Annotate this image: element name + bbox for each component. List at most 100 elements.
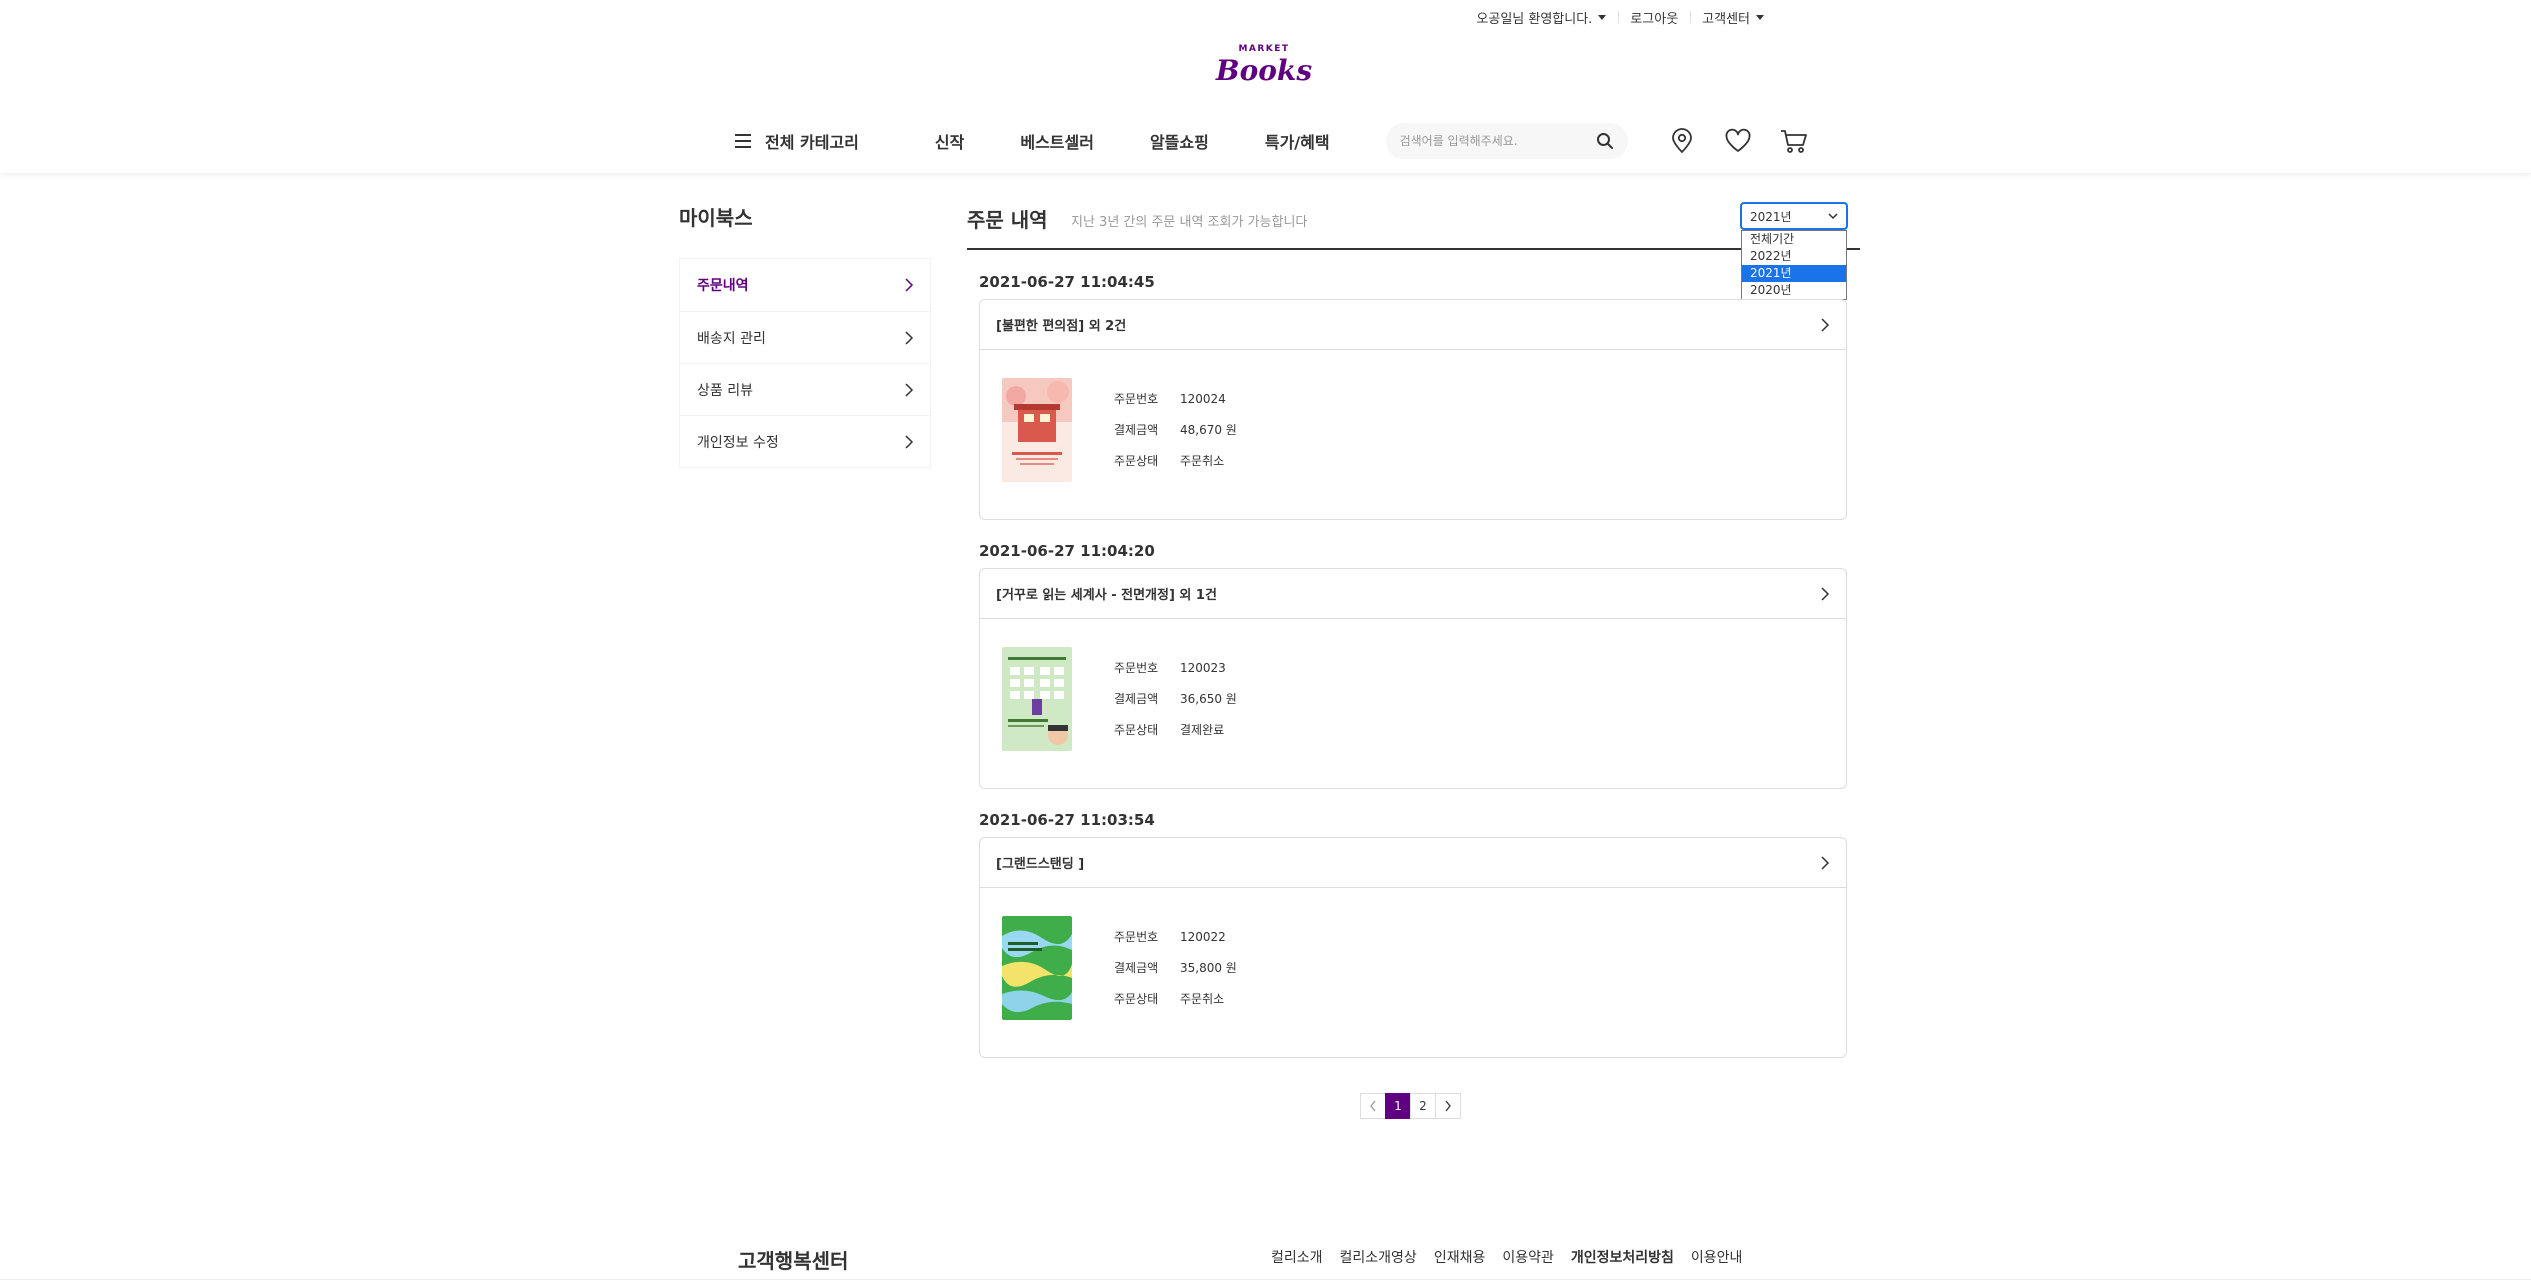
prev-page-button[interactable]	[1360, 1093, 1386, 1119]
order-card-body: 주문번호 120024 결제금액 48,670 원 주문상태 주문취소	[980, 350, 1846, 485]
order-number: 120022	[1180, 930, 1226, 944]
next-page-button[interactable]	[1435, 1093, 1461, 1119]
order-status-row: 주문상태 주문취소	[1114, 992, 1237, 1023]
user-greeting-menu[interactable]: 오공일님 환영합니다.	[1464, 8, 1618, 27]
chevron-right-icon	[905, 278, 914, 292]
logout-link[interactable]: 로그아웃	[1618, 8, 1690, 27]
customer-center-menu[interactable]: 고객센터	[1690, 8, 1776, 27]
footer-link-about[interactable]: 컬리소개	[1271, 1247, 1323, 1267]
sidebar-item-orders[interactable]: 주문내역	[680, 259, 930, 311]
order-date: 2021-06-27 11:04:45	[979, 273, 1155, 291]
payment-amount-row: 결제금액 48,670 원	[1114, 423, 1237, 454]
footer-link-about-video[interactable]: 컬리소개영상	[1340, 1247, 1417, 1267]
user-greeting: 오공일님 환영합니다.	[1476, 12, 1593, 27]
book-cover-image[interactable]	[1002, 647, 1072, 751]
order-detail-link[interactable]: [불편한 편의점] 외 2건	[980, 300, 1846, 350]
payment-amount: 35,800 원	[1180, 961, 1237, 975]
footer-link-careers[interactable]: 인재채용	[1434, 1247, 1486, 1267]
cart-button[interactable]	[1776, 123, 1812, 159]
order-card: [불편한 편의점] 외 2건 주문번호 120024 결제금액 48,670 원…	[979, 299, 1847, 520]
payment-amount: 48,670 원	[1180, 423, 1237, 437]
chevron-right-icon	[1445, 1100, 1451, 1112]
sidebar-item-label: 배송지 관리	[697, 330, 766, 347]
cart-icon	[1780, 130, 1807, 153]
heart-icon	[1725, 128, 1751, 152]
main-navigation-inner: 전체 카테고리 신작 베스트셀러 알뜰쇼핑 특가/혜택	[735, 120, 1832, 162]
sidebar-title: 마이북스	[679, 206, 753, 230]
hamburger-menu-icon	[735, 134, 751, 148]
field-label: 주문번호	[1114, 930, 1159, 944]
location-button[interactable]	[1664, 123, 1700, 159]
field-label: 주문번호	[1114, 661, 1159, 675]
order-card: [거꾸로 읽는 세계사 - 전면개정] 외 1건 주문번호 120023 결제금…	[979, 568, 1847, 789]
sidebar-item-label: 개인정보 수정	[697, 434, 779, 451]
nav-item-new[interactable]: 신작	[935, 129, 964, 153]
logout-label: 로그아웃	[1630, 12, 1679, 27]
chevron-right-icon	[905, 330, 914, 345]
order-detail-link[interactable]: [그랜드스탠딩 ]	[980, 838, 1846, 888]
search-input[interactable]	[1399, 134, 1596, 148]
book-cover-image[interactable]	[1002, 916, 1072, 1020]
order-group: 2021-06-27 11:04:45 [불편한 편의점] 외 2건 주문번호 …	[979, 273, 1847, 520]
footer-link-terms[interactable]: 이용약관	[1502, 1247, 1554, 1267]
period-select[interactable]: 2021년	[1740, 202, 1848, 230]
sidebar-item-reviews[interactable]: 상품 리뷰	[680, 363, 930, 415]
footer-links: 컬리소개 컬리소개영상 인재채용 이용약관 개인정보처리방침 이용안내	[1271, 1247, 1759, 1267]
sidebar-item-profile[interactable]: 개인정보 수정	[680, 415, 930, 467]
sidebar-item-addresses[interactable]: 배송지 관리	[680, 311, 930, 363]
page-title: 주문 내역	[967, 208, 1048, 232]
wishlist-button[interactable]	[1720, 123, 1756, 159]
footer-link-privacy[interactable]: 개인정보처리방침	[1571, 1247, 1674, 1267]
page-button-1[interactable]: 1	[1385, 1093, 1411, 1119]
order-title: [불편한 편의점] 외 2건	[996, 319, 1127, 334]
chevron-right-icon	[905, 382, 914, 397]
order-number-row: 주문번호 120023	[1114, 661, 1237, 692]
order-card-body: 주문번호 120022 결제금액 35,800 원 주문상태 주문취소	[980, 888, 1846, 1023]
order-status-row: 주문상태 결제완료	[1114, 723, 1237, 754]
order-status-row: 주문상태 주문취소	[1114, 454, 1237, 485]
all-category-label: 전체 카테고리	[765, 133, 859, 152]
order-title: [그랜드스탠딩 ]	[996, 857, 1085, 872]
order-date: 2021-06-27 11:04:20	[979, 542, 1155, 560]
payment-amount-row: 결제금액 36,650 원	[1114, 692, 1237, 723]
chevron-down-icon	[1828, 213, 1838, 220]
order-card-body: 주문번호 120023 결제금액 36,650 원 주문상태 결제완료	[980, 619, 1846, 754]
content-header: 주문 내역 지난 3년 간의 주문 내역 조회가 가능합니다	[967, 200, 1860, 250]
field-label: 주문번호	[1114, 392, 1159, 406]
nav-item-bestseller[interactable]: 베스트셀러	[1020, 129, 1094, 153]
order-group: 2021-06-27 11:04:20 [거꾸로 읽는 세계사 - 전면개정] …	[979, 542, 1847, 789]
footer-link-guide[interactable]: 이용안내	[1691, 1247, 1743, 1267]
order-info: 주문번호 120022 결제금액 35,800 원 주문상태 주문취소	[1114, 930, 1237, 1023]
nav-item-special[interactable]: 특가/혜택	[1265, 129, 1330, 153]
sidebar-menu: 주문내역 배송지 관리 상품 리뷰 개인정보 수정	[679, 258, 931, 468]
order-info: 주문번호 120024 결제금액 48,670 원 주문상태 주문취소	[1114, 392, 1237, 485]
order-number: 120023	[1180, 661, 1226, 675]
book-cover-image[interactable]	[1002, 378, 1072, 482]
market-books-logo[interactable]: MARKET Books	[1214, 38, 1314, 88]
search-icon[interactable]	[1596, 132, 1614, 150]
order-card: [그랜드스탠딩 ] 주문번호 120022 결제금액 35,800 원 주문상태…	[979, 837, 1847, 1058]
field-label: 주문상태	[1114, 992, 1159, 1006]
order-status: 주문취소	[1180, 454, 1225, 468]
nav-item-bargain[interactable]: 알뜰쇼핑	[1150, 129, 1209, 153]
order-number-row: 주문번호 120022	[1114, 930, 1237, 961]
field-label: 결제금액	[1114, 423, 1159, 437]
order-status: 주문취소	[1180, 992, 1225, 1006]
chevron-right-icon	[1821, 317, 1830, 332]
payment-amount: 36,650 원	[1180, 692, 1237, 706]
page-subtitle: 지난 3년 간의 주문 내역 조회가 가능합니다	[1071, 215, 1308, 230]
page-button-2[interactable]: 2	[1410, 1093, 1436, 1119]
all-category-button[interactable]: 전체 카테고리	[735, 129, 859, 153]
chevron-right-icon	[1821, 855, 1830, 870]
period-selected-value: 2021년	[1750, 209, 1792, 224]
period-option-2022[interactable]: 2022년	[1742, 248, 1846, 265]
pagination: 1 2	[1360, 1093, 1461, 1119]
order-detail-link[interactable]: [거꾸로 읽는 세계사 - 전면개정] 외 1건	[980, 569, 1846, 619]
chevron-left-icon	[1370, 1100, 1376, 1112]
sidebar-item-label: 상품 리뷰	[697, 382, 753, 399]
field-label: 결제금액	[1114, 692, 1159, 706]
order-number-row: 주문번호 120024	[1114, 392, 1237, 423]
customer-center-label: 고객센터	[1702, 12, 1750, 27]
period-option-all[interactable]: 전체기간	[1742, 231, 1846, 248]
caret-down-icon	[1598, 15, 1607, 20]
